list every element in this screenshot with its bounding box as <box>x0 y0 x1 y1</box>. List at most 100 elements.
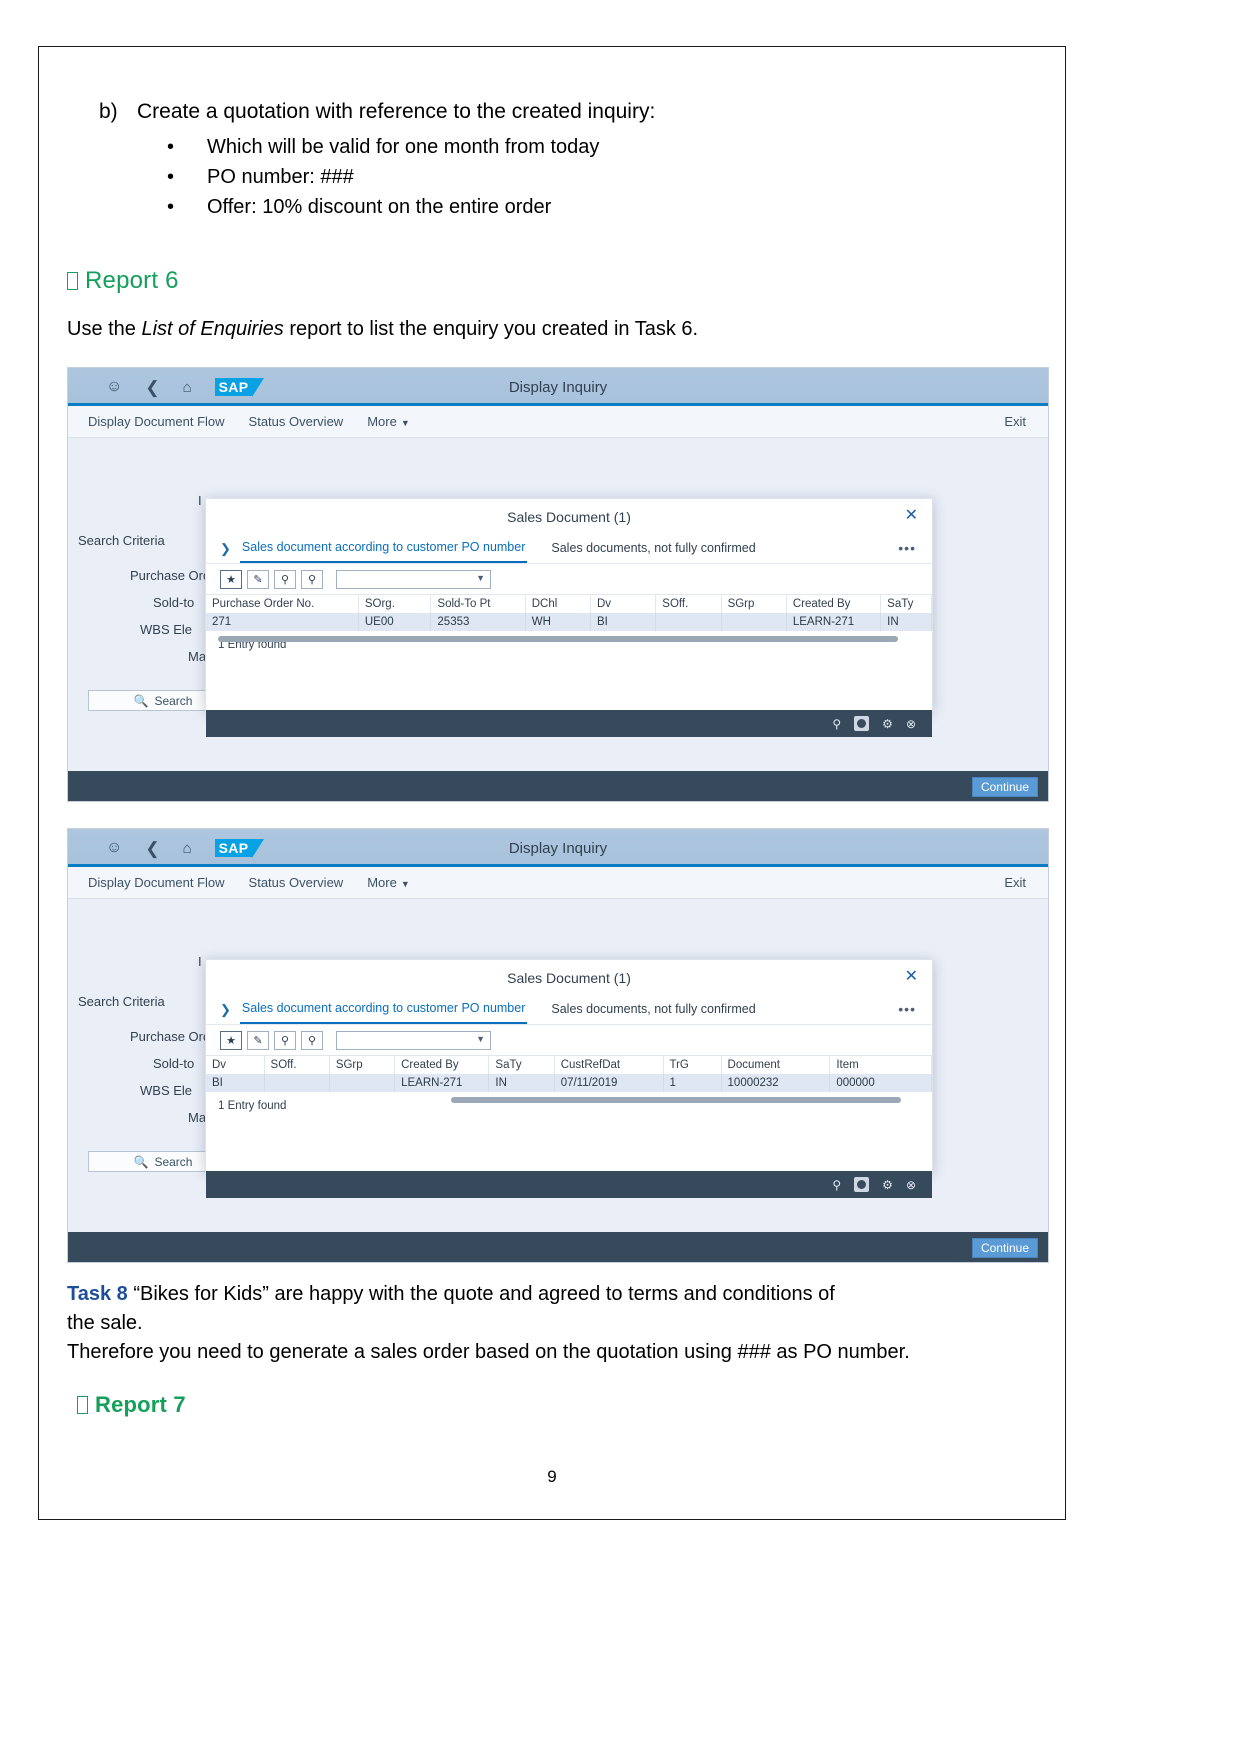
report-7-label: Report 7 <box>95 1392 186 1417</box>
search-criteria-title: Search Criteria <box>78 994 165 1009</box>
cell-saty: IN <box>880 613 932 631</box>
col-saty[interactable]: SaTy <box>488 1055 555 1074</box>
task-b-text: Create a quotation with reference to the… <box>137 100 656 123</box>
tab-sales-documents-not-confirmed[interactable]: Sales documents, not fully confirmed <box>549 536 757 562</box>
settings-icon[interactable]: ⚙ <box>882 1179 893 1191</box>
missing-glyph-icon <box>77 1396 88 1414</box>
task-8-line-1: Task 8 “Bikes for Kids” are happy with t… <box>67 1280 1027 1309</box>
toolbar-display-document-flow[interactable]: Display Document Flow <box>88 875 225 890</box>
col-dv[interactable]: Dv <box>590 594 657 613</box>
task-b-line: b) Create a quotation with reference to t… <box>99 100 655 124</box>
cell-sold-to-pt: 25353 <box>430 613 526 631</box>
overflow-menu-icon[interactable]: ••• <box>898 540 916 556</box>
filter-combo-input[interactable]: ▼ <box>336 569 491 589</box>
criteria-label-wbs-element: WBS Ele <box>140 1083 193 1098</box>
close-icon[interactable]: ✕ <box>905 508 918 524</box>
tab-sales-document-po[interactable]: Sales document according to customer PO … <box>239 535 528 563</box>
toolbar-status-overview[interactable]: Status Overview <box>249 875 344 890</box>
col-sold-to-pt[interactable]: Sold-To Pt <box>430 594 526 613</box>
sap-content-area: I Search Criteria Purchase Orde Sold-to … <box>68 899 1048 1262</box>
table-header-row: Dv SOff. SGrp Created By SaTy CustRefDat… <box>206 1055 932 1074</box>
sap-screenshot-1: ☺ ❮ ⌂ SAP Display Inquiry Display Docume… <box>67 367 1049 802</box>
sap-screenshot-2: ☺ ❮ ⌂ SAP Display Inquiry Display Docume… <box>67 828 1049 1263</box>
col-dv[interactable]: Dv <box>206 1055 265 1074</box>
toolbar-more[interactable]: More ▼ <box>367 875 410 890</box>
toolbar-display-document-flow[interactable]: Display Document Flow <box>88 414 225 429</box>
settings-icon[interactable]: ⚙ <box>882 718 893 730</box>
col-sorg[interactable]: SOrg. <box>358 594 432 613</box>
dialog-tabs: ❯ Sales document according to customer P… <box>206 995 932 1025</box>
table-row[interactable]: 271 UE00 25353 WH BI LEARN-271 IN <box>206 613 932 631</box>
search-criteria-title: Search Criteria <box>78 533 165 548</box>
col-custrefdat[interactable]: CustRefDat <box>554 1055 664 1074</box>
dialog-filter-bar: ★ ✎ ⚲ ⚲ ▼ <box>206 564 932 594</box>
record-icon[interactable] <box>854 716 870 731</box>
bullet-item: • Which will be valid for one month from … <box>167 132 599 162</box>
toolbar-more[interactable]: More ▼ <box>367 414 410 429</box>
search-plus-icon[interactable]: ⚲ <box>301 1030 323 1050</box>
sap-toolbar: Display Document Flow Status Overview Mo… <box>68 406 1048 438</box>
col-document[interactable]: Document <box>721 1055 831 1074</box>
dialog-footer: ⚲ ⚙ ⊗ <box>206 710 932 737</box>
toolbar-exit[interactable]: Exit <box>1004 875 1026 890</box>
report-6-intro: Use the List of Enquiries report to list… <box>67 318 698 341</box>
col-item[interactable]: Item <box>829 1055 932 1074</box>
cancel-icon[interactable]: ⊗ <box>906 1179 916 1191</box>
tab-sales-document-po[interactable]: Sales document according to customer PO … <box>239 996 528 1024</box>
cancel-icon[interactable]: ⊗ <box>906 718 916 730</box>
search-button-label: Search <box>154 1154 193 1169</box>
personalize-icon[interactable]: ✎ <box>247 1030 269 1050</box>
search-icon[interactable]: ⚲ <box>274 569 296 589</box>
table-row[interactable]: BI LEARN-271 IN 07/11/2019 1 10000232 00… <box>206 1074 932 1092</box>
personalize-icon[interactable]: ✎ <box>247 569 269 589</box>
bullet-dot-icon: • <box>167 166 175 188</box>
record-icon[interactable] <box>854 1177 870 1192</box>
search-button-label: Search <box>154 693 193 708</box>
dialog-title: Sales Document (1) <box>507 969 631 986</box>
sap-content-area: I Search Criteria Purchase Orde Sold-to … <box>68 438 1048 801</box>
horizontal-scrollbar[interactable] <box>218 636 898 642</box>
col-soff[interactable]: SOff. <box>264 1055 330 1074</box>
dialog-tabs: ❯ Sales document according to customer P… <box>206 534 932 564</box>
search-icon[interactable]: ⚲ <box>832 718 841 730</box>
col-saty[interactable]: SaTy <box>880 594 932 613</box>
continue-button[interactable]: Continue <box>971 1238 1038 1258</box>
bullet-text: Offer: 10% discount on the entire order <box>207 196 552 218</box>
criteria-label-wbs-element: WBS Ele <box>140 622 193 637</box>
criteria-label-sold-to: Sold-to <box>153 595 195 610</box>
cell-saty: IN <box>488 1074 555 1092</box>
continue-button[interactable]: Continue <box>971 777 1038 797</box>
col-dchl[interactable]: DChl <box>525 594 592 613</box>
search-icon[interactable]: ⚲ <box>832 1179 841 1191</box>
toolbar-status-overview[interactable]: Status Overview <box>249 414 344 429</box>
search-icon[interactable]: ⚲ <box>274 1030 296 1050</box>
col-sgrp[interactable]: SGrp <box>721 594 787 613</box>
toolbar-exit[interactable]: Exit <box>1004 414 1026 429</box>
col-soff[interactable]: SOff. <box>655 594 722 613</box>
chevron-right-icon[interactable]: ❯ <box>220 1002 231 1018</box>
search-plus-icon[interactable]: ⚲ <box>301 569 323 589</box>
col-trg[interactable]: TrG <box>663 1055 722 1074</box>
footer-bar: Continue <box>68 771 1048 801</box>
bullet-text: PO number: ### <box>207 166 354 188</box>
horizontal-scrollbar[interactable] <box>451 1097 901 1103</box>
filter-combo-input[interactable]: ▼ <box>336 1030 491 1050</box>
col-created-by[interactable]: Created By <box>394 1055 490 1074</box>
chevron-down-icon: ▼ <box>400 879 410 889</box>
chevron-down-icon: ▼ <box>476 1033 485 1044</box>
col-sgrp[interactable]: SGrp <box>329 1055 396 1074</box>
task-8-label: Task 8 <box>67 1283 128 1305</box>
chevron-down-icon: ▼ <box>476 572 485 583</box>
favorite-icon[interactable]: ★ <box>220 1030 242 1050</box>
cell-created-by: LEARN-271 <box>786 613 882 631</box>
chevron-right-icon[interactable]: ❯ <box>220 541 231 557</box>
cell-sgrp <box>329 1074 396 1092</box>
col-purchase-order-no[interactable]: Purchase Order No. <box>206 594 359 613</box>
col-created-by[interactable]: Created By <box>786 594 882 613</box>
close-icon[interactable]: ✕ <box>905 969 918 985</box>
favorite-icon[interactable]: ★ <box>220 569 242 589</box>
bullet-text: Which will be valid for one month from t… <box>207 136 600 158</box>
sap-header-bar: ☺ ❮ ⌂ SAP Display Inquiry <box>68 829 1048 867</box>
overflow-menu-icon[interactable]: ••• <box>898 1001 916 1017</box>
tab-sales-documents-not-confirmed[interactable]: Sales documents, not fully confirmed <box>549 997 757 1023</box>
